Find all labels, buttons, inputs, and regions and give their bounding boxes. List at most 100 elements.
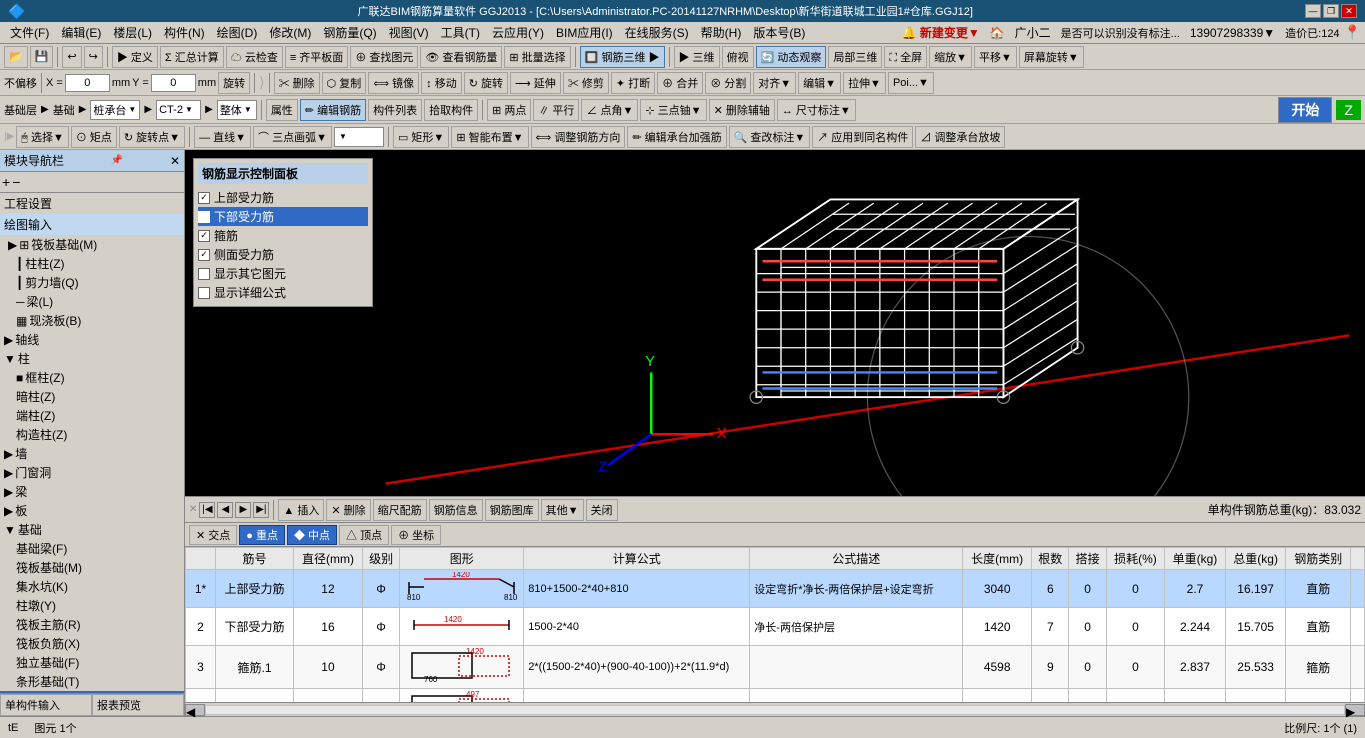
line-button[interactable]: — 直线▼ [194, 126, 251, 148]
horizontal-scrollbar[interactable]: ◀ ▶ [185, 702, 1365, 716]
sidebar-item-raft-found[interactable]: 筏板基础(M) [0, 558, 184, 577]
find-element-button[interactable]: ⊕ 查找图元 [350, 46, 418, 68]
row-diameter[interactable]: 10 [294, 646, 363, 689]
menu-online[interactable]: 在线服务(S) [619, 22, 695, 43]
snap-intersection-button[interactable]: ✕ 交点 [189, 525, 237, 545]
smart-layout-button[interactable]: ⊞ 智能布置▼ [451, 126, 528, 148]
cp-item-stirrup[interactable]: 箍筋 [198, 226, 368, 245]
arc-button[interactable]: ⌒ 三点画弧▼ [253, 126, 332, 148]
dynamic-view-button[interactable]: 🔄 动态观察 [756, 46, 827, 68]
extend-button[interactable]: ⟶ 延伸 [510, 72, 561, 94]
apply-same-name-button[interactable]: ↗ 应用到同名构件 [812, 126, 913, 148]
scroll-left-button[interactable]: ◀ [185, 704, 205, 716]
save-button[interactable]: 💾 [30, 46, 54, 68]
sidebar-item-sump[interactable]: 集水坑(K) [0, 577, 184, 596]
cp-item-side-rebar[interactable]: 侧面受力筋 [198, 245, 368, 264]
cp-item-show-formula[interactable]: 显示详细公式 [198, 283, 368, 302]
edit2-button[interactable]: 编辑▼ [798, 72, 841, 94]
sidebar-item-beam-group[interactable]: ▶梁 [0, 482, 184, 501]
report-preview-button[interactable]: 报表预览 [92, 694, 184, 716]
menu-tools[interactable]: 工具(T) [435, 22, 486, 43]
cp-check-show-formula[interactable] [198, 287, 210, 299]
mode-dropdown[interactable]: 整体▼ [217, 100, 257, 120]
table-row[interactable]: 4 箍筋.2 10 Φ 760 497 [186, 689, 1365, 703]
top-view-button[interactable]: 俯视 [722, 46, 754, 68]
local-3d-button[interactable]: 局部三维 [828, 46, 882, 68]
cp-check-top-rebar[interactable] [198, 192, 210, 204]
scroll-right-button[interactable]: ▶ [1345, 704, 1365, 716]
parallel-button[interactable]: ∥ 平行 [533, 99, 579, 121]
sidebar-section-draw[interactable]: 绘图输入 [0, 214, 184, 235]
sidebar-minus-icon[interactable]: − [12, 174, 20, 190]
start-button[interactable]: 开始 [1278, 97, 1332, 123]
undo-button[interactable]: ↩ [62, 46, 81, 68]
delete-axis-button[interactable]: ✕ 删除辅轴 [709, 99, 775, 121]
sidebar-item-wall-group[interactable]: ▶墙 [0, 444, 184, 463]
sidebar-item-column-stud[interactable]: 柱墩(Y) [0, 596, 184, 615]
component-id-dropdown[interactable]: CT-2▼ [156, 100, 201, 120]
delete-row-button[interactable]: ✕ 删除 [326, 499, 370, 521]
view-rebar-button[interactable]: 👁 查看钢筋量 [420, 46, 502, 68]
cp-check-side-rebar[interactable] [198, 249, 210, 261]
sidebar-item-strip-found[interactable]: 条形基础(T) [0, 672, 184, 691]
break-button[interactable]: ✦ 打断 [611, 72, 655, 94]
snap-midpoint-button[interactable]: ◆ 中点 [287, 525, 337, 545]
3d-viewport[interactable]: 钢筋显示控制面板 上部受力筋 下部受力筋 箍筋 侧面受力筋 [185, 150, 1365, 496]
scale-rebar-button[interactable]: 缩尺配筋 [373, 499, 427, 521]
cp-check-stirrup[interactable] [198, 230, 210, 242]
menu-draw[interactable]: 绘图(D) [211, 22, 264, 43]
edit-platform-rebar-button[interactable]: ✏ 编辑承台加强筋 [627, 126, 726, 148]
restore-button[interactable]: ❐ [1323, 4, 1339, 18]
close-panel-button[interactable]: 关闭 [586, 499, 618, 521]
sidebar-item-shear-wall[interactable]: ┃ 剪力墙(Q) [0, 273, 184, 292]
mirror-button[interactable]: ⟺ 镜像 [368, 72, 419, 94]
menu-component[interactable]: 构件(N) [158, 22, 211, 43]
zoom-button[interactable]: 缩放▼ [929, 46, 972, 68]
menu-file[interactable]: 文件(F) [4, 22, 55, 43]
three-point-axis-button[interactable]: ⊹ 三点铀▼ [640, 99, 706, 121]
menu-cloud[interactable]: 云应用(Y) [486, 22, 550, 43]
minimize-button[interactable]: — [1305, 4, 1321, 18]
close-button[interactable]: ✕ [1341, 4, 1357, 18]
sidebar-item-plate-group[interactable]: ▶板 [0, 501, 184, 520]
adjust-rebar-dir-button[interactable]: ⟺ 调整钢筋方向 [531, 126, 626, 148]
nav-last-button[interactable]: ▶| [253, 502, 269, 518]
cp-item-bottom-rebar[interactable]: 下部受力筋 [198, 207, 368, 226]
menu-phone[interactable]: 13907298339▼ [1184, 24, 1281, 42]
sidebar-add-icon[interactable]: + [2, 174, 10, 190]
menu-floor[interactable]: 楼层(L) [107, 22, 158, 43]
split-button[interactable]: ⊗ 分割 [705, 72, 751, 94]
nav-next-button[interactable]: ▶ [235, 502, 251, 518]
redo-button[interactable]: ↪ [84, 46, 103, 68]
open-button[interactable]: 📂 [4, 46, 28, 68]
rebar-3d-button[interactable]: 🔲 钢筋三维 ▶ [580, 46, 665, 68]
menu-view[interactable]: 视图(V) [383, 22, 435, 43]
sidebar-item-end-col[interactable]: 端柱(Z) [0, 406, 184, 425]
check-annotation-button[interactable]: 🔍 查改标注▼ [729, 126, 811, 148]
other-button[interactable]: 其他▼ [541, 499, 584, 521]
component-type-dropdown[interactable]: 桩承台▼ [90, 100, 140, 120]
rebar-info-button[interactable]: 钢筋信息 [429, 499, 483, 521]
sidebar-section-settings[interactable]: 工程设置 [0, 193, 184, 214]
cp-item-top-rebar[interactable]: 上部受力筋 [198, 188, 368, 207]
adjust-platform-slope-button[interactable]: ⊿ 调整承台放坡 [915, 126, 1005, 148]
sidebar-item-door-window[interactable]: ▶门窗洞 [0, 463, 184, 482]
rotate-point-button[interactable]: ↻ 旋转点▼ [119, 126, 185, 148]
x-input[interactable] [65, 74, 110, 92]
cp-check-show-others[interactable] [198, 268, 210, 280]
sidebar-item-construct-col[interactable]: 构造柱(Z) [0, 425, 184, 444]
menu-new-change[interactable]: 🔔 新建变更▼ [896, 22, 986, 43]
rotate-button[interactable]: 旋转 [218, 72, 250, 94]
menu-guangxiao[interactable]: 广小二 [1009, 22, 1057, 43]
property-button[interactable]: 属性 [266, 99, 298, 121]
menu-edit[interactable]: 编辑(E) [55, 22, 107, 43]
stretch-button[interactable]: 拉伸▼ [843, 72, 886, 94]
fullscreen-button[interactable]: ⛶ 全屏 [884, 46, 927, 68]
line-type-dropdown[interactable]: ▼ [334, 127, 384, 147]
batch-select-button[interactable]: ⊞ 批量选择 [504, 46, 570, 68]
table-row[interactable]: 1* 上部受力筋 12 Φ [186, 570, 1365, 608]
sidebar-item-beam[interactable]: ─ 梁(L) [0, 292, 184, 311]
sidebar-item-col[interactable]: ┃ 柱柱(Z) [0, 254, 184, 273]
poi-button[interactable]: Poi...▼ [888, 72, 934, 94]
menu-version[interactable]: 版本号(B) [747, 22, 811, 43]
